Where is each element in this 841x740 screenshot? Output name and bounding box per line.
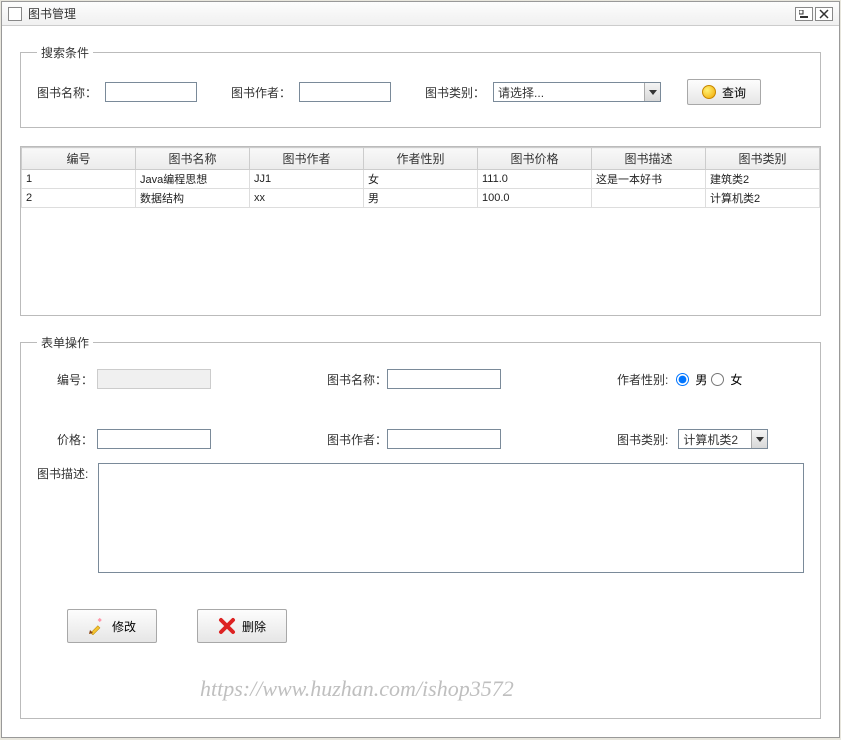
table-header[interactable]: 图书名称 xyxy=(136,148,250,170)
form-legend: 表单操作 xyxy=(37,334,93,351)
window-icon xyxy=(8,7,22,21)
form-id-input xyxy=(97,369,211,389)
form-id-label: 编号： xyxy=(37,371,97,388)
search-row: 图书名称： 图书作者： 图书类别： 请选择... 查询 xyxy=(37,79,804,105)
minimize-button[interactable] xyxy=(795,7,813,21)
table-cell: 数据结构 xyxy=(136,189,250,208)
gender-male-label: 男 xyxy=(695,371,707,388)
search-category-label: 图书类别： xyxy=(425,84,485,101)
modify-button-label: 修改 xyxy=(112,618,136,635)
gender-male-radio[interactable] xyxy=(676,373,689,386)
window-title: 图书管理 xyxy=(28,5,793,22)
query-button[interactable]: 查询 xyxy=(687,79,761,105)
table-cell: 计算机类2 xyxy=(706,189,820,208)
search-name-input[interactable] xyxy=(105,82,197,102)
minimize-icon xyxy=(799,10,809,18)
description-row: 图书描述: xyxy=(37,463,804,573)
table-header[interactable]: 作者性别 xyxy=(364,148,478,170)
pencil-icon xyxy=(88,617,106,635)
form-desc-textarea[interactable] xyxy=(98,463,804,573)
delete-button[interactable]: 删除 xyxy=(197,609,287,643)
form-name-input[interactable] xyxy=(387,369,501,389)
search-legend: 搜索条件 xyxy=(37,44,93,61)
search-name-label: 图书名称： xyxy=(37,84,97,101)
table-cell: 建筑类2 xyxy=(706,170,820,189)
table-header[interactable]: 图书描述 xyxy=(592,148,706,170)
form-price-input[interactable] xyxy=(97,429,211,449)
results-table-wrap: 编号 图书名称 图书作者 作者性别 图书价格 图书描述 图书类别 1 Java编… xyxy=(20,146,821,316)
gender-female-radio[interactable] xyxy=(711,373,724,386)
search-author-label: 图书作者： xyxy=(231,84,291,101)
main-window: 图书管理 搜索条件 图书名称： 图书作者： 图书类别： 请选择... xyxy=(1,1,840,738)
search-author-input[interactable] xyxy=(299,82,391,102)
form-author-input[interactable] xyxy=(387,429,501,449)
table-header[interactable]: 编号 xyxy=(22,148,136,170)
form-category-dropdown-button[interactable] xyxy=(751,430,767,448)
table-row[interactable]: 2 数据结构 xx 男 100.0 计算机类2 xyxy=(22,189,820,208)
chevron-down-icon xyxy=(649,90,657,95)
table-cell: 男 xyxy=(364,189,478,208)
table-cell: 111.0 xyxy=(478,170,592,189)
table-header[interactable]: 图书价格 xyxy=(478,148,592,170)
form-fieldset: 表单操作 编号： 图书名称： 作者性别: 男 女 价格： xyxy=(20,334,821,719)
table-cell: Java编程思想 xyxy=(136,170,250,189)
table-cell: 女 xyxy=(364,170,478,189)
delete-icon xyxy=(218,617,236,635)
table-header[interactable]: 图书作者 xyxy=(250,148,364,170)
close-icon xyxy=(819,9,829,19)
content-area: 搜索条件 图书名称： 图书作者： 图书类别： 请选择... 查询 xyxy=(2,26,839,737)
table-cell: 1 xyxy=(22,170,136,189)
search-category-dropdown-button[interactable] xyxy=(644,83,660,101)
form-category-label: 图书类别: xyxy=(617,431,672,448)
titlebar: 图书管理 xyxy=(2,2,839,26)
form-author-label: 图书作者： xyxy=(327,431,387,448)
table-cell: 100.0 xyxy=(478,189,592,208)
form-category-text: 计算机类2 xyxy=(679,431,751,448)
query-button-label: 查询 xyxy=(722,84,746,101)
gender-female-label: 女 xyxy=(730,371,742,388)
modify-button[interactable]: 修改 xyxy=(67,609,157,643)
table-cell: xx xyxy=(250,189,364,208)
form-grid: 编号： 图书名称： 作者性别: 男 女 价格： 图书作者： xyxy=(37,369,804,449)
form-name-label: 图书名称： xyxy=(327,371,387,388)
table-row[interactable]: 1 Java编程思想 JJ1 女 111.0 这是一本好书 建筑类2 xyxy=(22,170,820,189)
table-header[interactable]: 图书类别 xyxy=(706,148,820,170)
form-desc-label: 图书描述: xyxy=(37,463,88,573)
gender-radio-group: 作者性别: 男 女 xyxy=(617,371,804,388)
search-category-combo[interactable]: 请选择... xyxy=(493,82,661,102)
search-category-text: 请选择... xyxy=(494,84,644,101)
chevron-down-icon xyxy=(756,437,764,442)
table-cell: 2 xyxy=(22,189,136,208)
action-row: 修改 删除 xyxy=(67,609,804,643)
table-cell xyxy=(592,189,706,208)
search-icon xyxy=(702,85,716,99)
results-table[interactable]: 编号 图书名称 图书作者 作者性别 图书价格 图书描述 图书类别 1 Java编… xyxy=(21,147,820,208)
table-cell: JJ1 xyxy=(250,170,364,189)
form-price-label: 价格： xyxy=(37,431,97,448)
delete-button-label: 删除 xyxy=(242,618,266,635)
table-cell: 这是一本好书 xyxy=(592,170,706,189)
search-fieldset: 搜索条件 图书名称： 图书作者： 图书类别： 请选择... 查询 xyxy=(20,44,821,128)
form-category-combo[interactable]: 计算机类2 xyxy=(678,429,768,449)
form-gender-label: 作者性别: xyxy=(617,371,672,388)
close-button[interactable] xyxy=(815,7,833,21)
